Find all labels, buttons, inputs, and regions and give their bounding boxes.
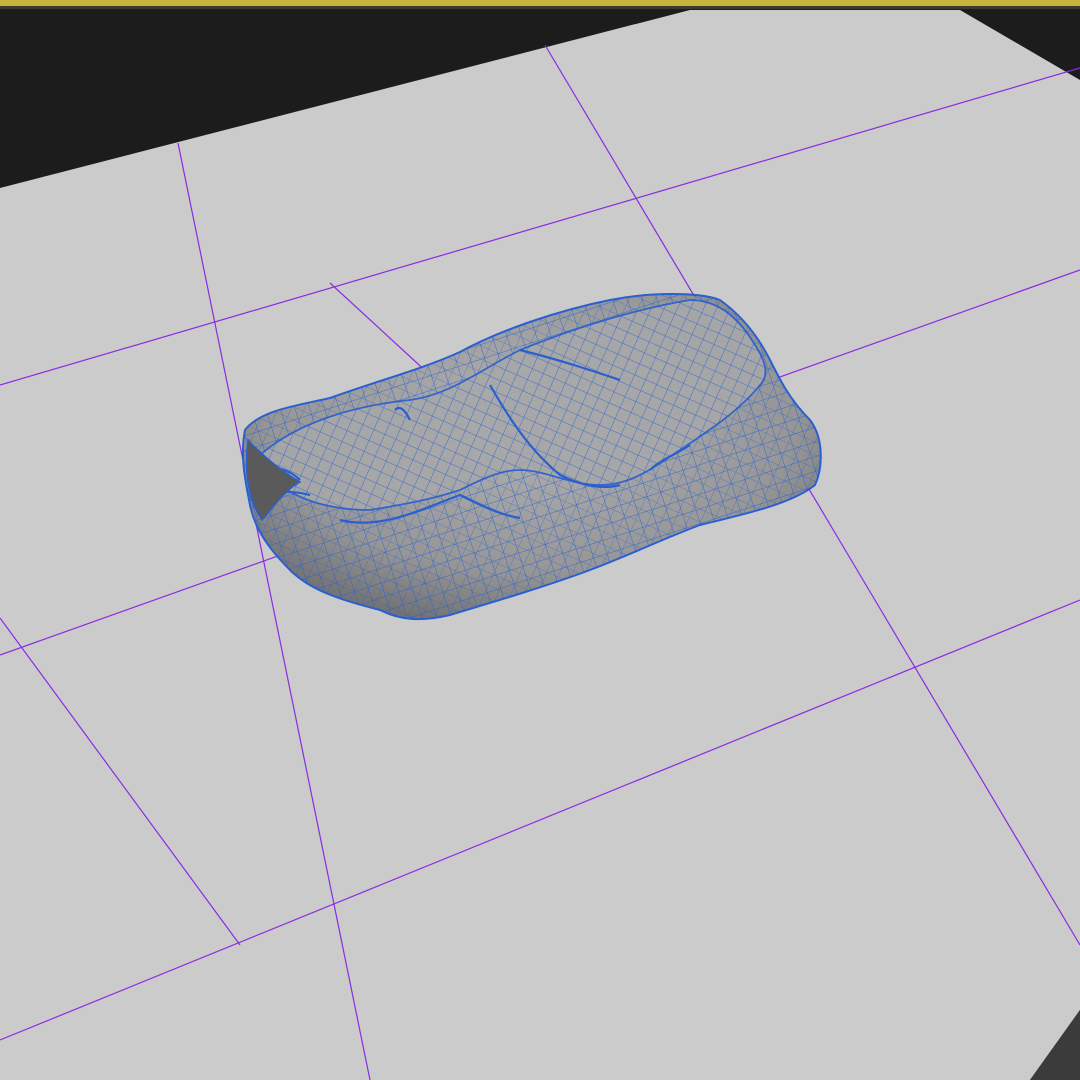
- viewport-canvas[interactable]: [0, 0, 1080, 1080]
- perspective-viewport[interactable]: [0, 0, 1080, 1080]
- active-viewport-border: [0, 0, 1080, 6]
